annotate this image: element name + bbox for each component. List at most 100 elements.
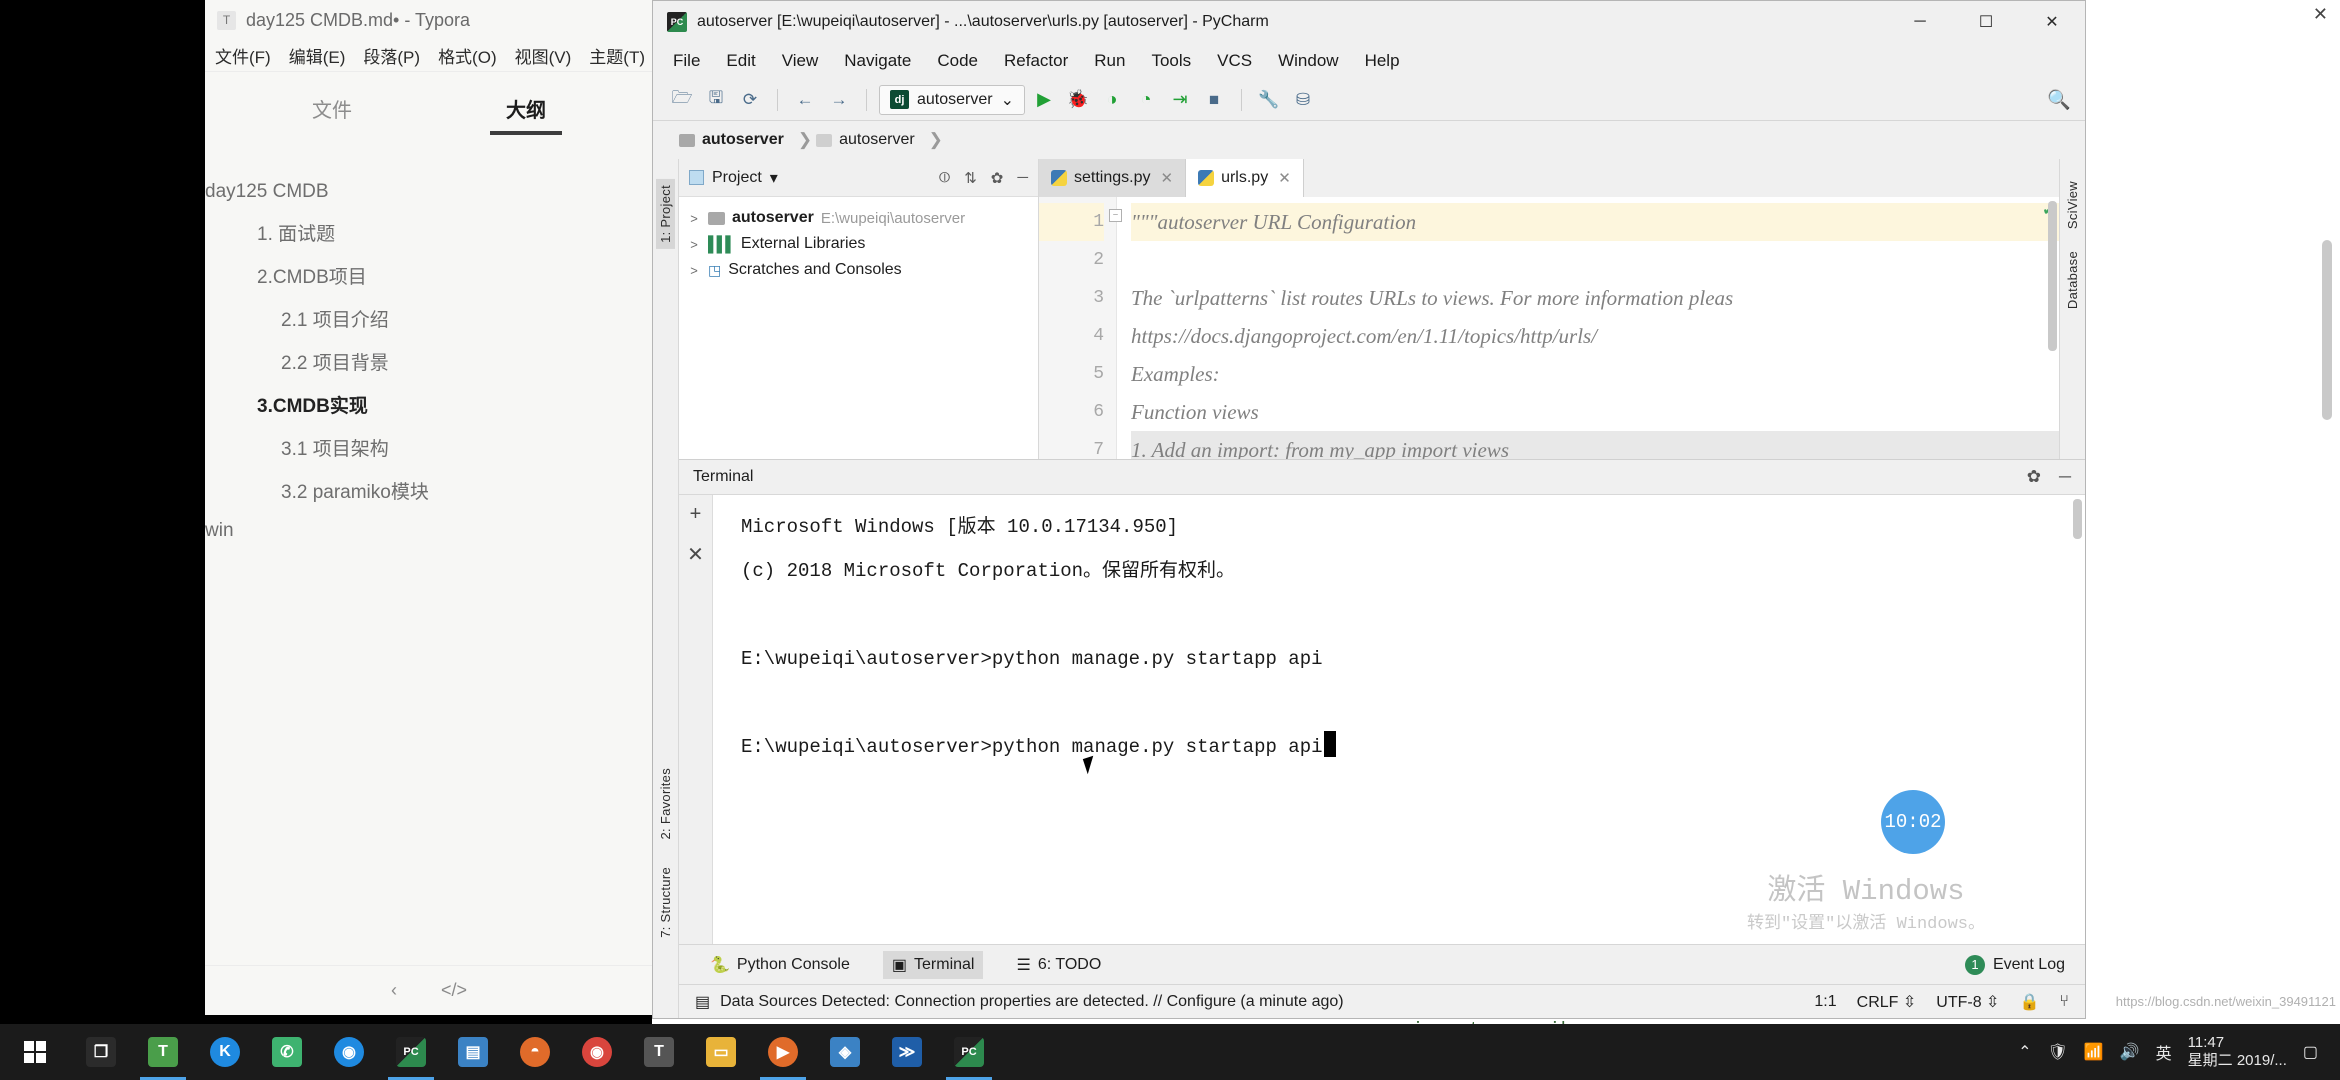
close-button[interactable]: ✕ [2019, 1, 2085, 43]
menu-file[interactable]: File [673, 51, 700, 71]
menu-run[interactable]: Run [1094, 51, 1125, 71]
taskbar-item-explorer[interactable]: ▭ [690, 1024, 752, 1080]
tab-files[interactable]: 文件 [312, 94, 352, 135]
tab-outline[interactable]: 大纲 [490, 94, 562, 135]
scrollbar-thumb[interactable] [2322, 240, 2332, 420]
lock-icon[interactable]: 🔒 [2019, 992, 2039, 1012]
breadcrumb-item-package[interactable]: autoserver [816, 131, 925, 149]
bottom-tab-terminal[interactable]: ▣ Terminal [882, 950, 984, 979]
menu-item-view[interactable]: 视图(V) [515, 43, 572, 68]
debug-icon[interactable]: 🐞 [1063, 85, 1093, 115]
search-icon[interactable]: 🔍 [2047, 88, 2071, 112]
bottom-tab-todo[interactable]: ☰ 6: TODO [1007, 951, 1110, 979]
editor-tab-urls[interactable]: urls.py ✕ [1186, 159, 1304, 197]
tool-button-sciview[interactable]: SciView [2065, 181, 2080, 229]
close-tab-icon[interactable]: ✕ [1160, 169, 1173, 187]
coverage-icon[interactable]: ◑ [1097, 85, 1127, 115]
taskbar-item-pycharm[interactable]: PC [380, 1024, 442, 1080]
taskbar-item-chrome[interactable]: ◉ [566, 1024, 628, 1080]
outline-item-root[interactable]: day125 CMDB [205, 173, 653, 211]
save-all-icon[interactable]: 🖫 [701, 85, 731, 115]
branch-icon[interactable]: ⑂ [2059, 993, 2069, 1011]
event-log-button[interactable]: 1 Event Log [1964, 954, 2085, 975]
editor-tab-settings[interactable]: settings.py ✕ [1039, 159, 1187, 197]
menu-view[interactable]: View [782, 51, 819, 71]
taskbar-item-folder-blue[interactable]: ▤ [442, 1024, 504, 1080]
tool-button-project[interactable]: 1: Project [656, 179, 675, 249]
outline-item-2[interactable]: 2.CMDB项目 [205, 254, 653, 297]
outline-item-3-1[interactable]: 3.1 项目架构 [205, 426, 653, 469]
close-icon[interactable]: ✕ [2313, 4, 2328, 25]
chevron-down-icon[interactable]: ▾ [770, 168, 778, 188]
bottom-tab-python-console[interactable]: 🐍 Python Console [701, 951, 859, 979]
taskbar-item-video-player[interactable]: ▶ [752, 1024, 814, 1080]
taskbar-clock[interactable]: 11:47 星期二 2019/... [2188, 1034, 2287, 1070]
file-encoding[interactable]: UTF-8 ⇳ [1936, 992, 1999, 1012]
show-hidden-icons-chevron[interactable]: ⌃ [2018, 1042, 2031, 1062]
maximize-button[interactable]: ☐ [1953, 1, 2019, 43]
menu-item-edit[interactable]: 编辑(E) [289, 43, 346, 68]
taskbar-item-typora[interactable]: T [132, 1024, 194, 1080]
tree-row-external-libraries[interactable]: > ▌▌▌ External Libraries [679, 231, 1038, 257]
tool-button-structure[interactable]: 7: Structure [658, 867, 673, 938]
navigate-back-icon[interactable]: ← [790, 85, 820, 115]
tree-row-scratches[interactable]: > ◳ Scratches and Consoles [679, 257, 1038, 283]
outline-item-3[interactable]: 3.CMDB实现 [205, 383, 653, 426]
taskbar-item-browser[interactable]: ◉ [318, 1024, 380, 1080]
outline-item-win[interactable]: win [205, 512, 653, 550]
hide-icon[interactable]: ─ [2059, 467, 2071, 487]
navigate-forward-icon[interactable]: → [824, 85, 854, 115]
tree-row-autoserver[interactable]: > autoserver E:\wupeiqi\autoserver [679, 205, 1038, 231]
code-editor[interactable]: 1 2 3 4 5 6 7 − """autoserver URL Config… [1039, 197, 2059, 459]
network-icon[interactable]: 📶 [2084, 1042, 2104, 1062]
taskbar-item-powershell[interactable]: ≫ [876, 1024, 938, 1080]
menu-navigate[interactable]: Navigate [844, 51, 911, 71]
code-fold-icon[interactable]: − [1109, 209, 1122, 222]
outline-item-3-2[interactable]: 3.2 paramiko模块 [205, 469, 653, 512]
outline-item-1[interactable]: 1. 面试题 [205, 211, 653, 254]
close-session-icon[interactable]: ✕ [687, 542, 704, 567]
new-session-icon[interactable]: + [690, 503, 702, 526]
taskbar-item-task-view[interactable]: ❐ [70, 1024, 132, 1080]
code-text-area[interactable]: − """autoserver URL Configuration The `u… [1109, 197, 2059, 459]
editor-scrollbar-thumb[interactable] [2048, 201, 2057, 351]
outline-item-2-1[interactable]: 2.1 项目介绍 [205, 297, 653, 340]
minimize-button[interactable]: ─ [1887, 1, 1953, 43]
volume-icon[interactable]: 🔊 [2120, 1042, 2140, 1062]
locate-icon[interactable]: ⦶ [939, 169, 950, 187]
ime-indicator[interactable]: 英 [2156, 1040, 2172, 1064]
run-configuration-selector[interactable]: dj autoserver ⌄ [879, 84, 1025, 115]
taskbar-item-typora2[interactable]: T [628, 1024, 690, 1080]
run-with-icon[interactable]: ⇥ [1165, 85, 1195, 115]
settings-icon[interactable]: 🔧 [1254, 85, 1284, 115]
menu-item-theme[interactable]: 主题(T) [589, 43, 645, 68]
collapse-icon[interactable]: ⇅ [964, 169, 977, 187]
menu-edit[interactable]: Edit [726, 51, 755, 71]
terminal-scrollbar-thumb[interactable] [2073, 499, 2082, 539]
chevron-right-icon[interactable]: > [687, 211, 701, 226]
run-icon[interactable]: ▶ [1029, 85, 1059, 115]
taskbar-item-store[interactable]: ◈ [814, 1024, 876, 1080]
taskbar-item-wechat[interactable]: ✆ [256, 1024, 318, 1080]
back-icon[interactable]: ‹ [391, 980, 397, 1001]
action-center-icon[interactable]: ▢ [2303, 1042, 2318, 1062]
taskbar-item-kugou[interactable]: K [194, 1024, 256, 1080]
menu-window[interactable]: Window [1278, 51, 1338, 71]
menu-vcs[interactable]: VCS [1217, 51, 1252, 71]
breadcrumb-item-project[interactable]: autoserver [679, 131, 794, 149]
line-separator[interactable]: CRLF ⇳ [1857, 992, 1917, 1012]
structure-icon[interactable]: ⛁ [1288, 85, 1318, 115]
open-project-icon[interactable]: 🗁 [667, 85, 697, 115]
menu-refactor[interactable]: Refactor [1004, 51, 1068, 71]
sync-icon[interactable]: ⟳ [735, 85, 765, 115]
gear-icon[interactable]: ✿ [2027, 467, 2041, 487]
menu-tools[interactable]: Tools [1151, 51, 1191, 71]
close-tab-icon[interactable]: ✕ [1278, 169, 1291, 187]
chevron-right-icon[interactable]: > [687, 263, 701, 278]
security-icon[interactable]: 🛡 [2047, 1042, 2067, 1062]
tool-button-favorites[interactable]: 2: Favorites [658, 768, 673, 840]
tool-button-database[interactable]: Database [2065, 251, 2080, 309]
menu-item-file[interactable]: 文件(F) [215, 43, 271, 68]
gear-icon[interactable]: ✿ [991, 169, 1004, 187]
menu-help[interactable]: Help [1365, 51, 1400, 71]
